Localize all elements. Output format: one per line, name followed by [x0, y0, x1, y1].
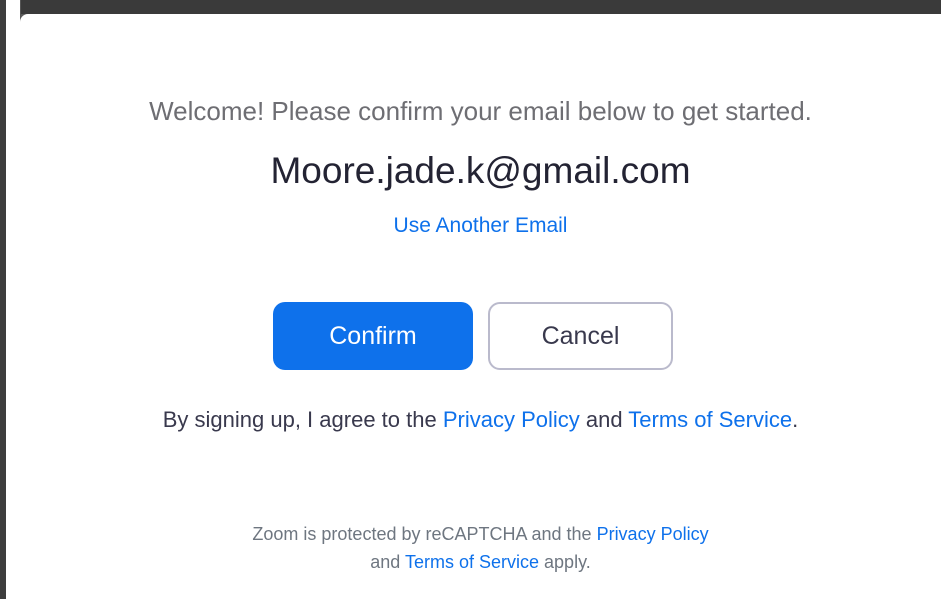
confirm-email-dialog: Welcome! Please confirm your email below…	[20, 14, 941, 599]
recaptcha-privacy-policy-link[interactable]: Privacy Policy	[597, 524, 709, 544]
recaptcha-line2-prefix: and	[370, 552, 405, 572]
confirm-button[interactable]: Confirm	[273, 302, 473, 370]
recaptcha-line-1: Zoom is protected by reCAPTCHA and the P…	[20, 520, 941, 548]
agreement-prefix: By signing up, I agree to the	[162, 407, 443, 432]
terms-of-service-link[interactable]: Terms of Service	[628, 407, 792, 432]
background-top-strip	[0, 0, 941, 14]
email-address: Moore.jade.k@gmail.com	[270, 150, 691, 191]
signup-agreement: By signing up, I agree to the Privacy Po…	[20, 407, 941, 433]
recaptcha-line1-prefix: Zoom is protected by reCAPTCHA and the	[252, 524, 597, 544]
agreement-and: and	[579, 407, 629, 432]
background-left-strip	[0, 0, 21, 599]
cancel-button[interactable]: Cancel	[488, 302, 673, 370]
recaptcha-notice: Zoom is protected by reCAPTCHA and the P…	[20, 520, 941, 576]
recaptcha-terms-of-service-link[interactable]: Terms of Service	[405, 552, 539, 572]
use-another-email-link[interactable]: Use Another Email	[20, 214, 941, 238]
background-edge	[0, 0, 6, 599]
privacy-policy-link[interactable]: Privacy Policy	[443, 407, 580, 432]
agreement-suffix: .	[792, 407, 799, 432]
recaptcha-line-2: and Terms of Service apply.	[20, 548, 941, 576]
welcome-message: Welcome! Please confirm your email below…	[149, 96, 812, 126]
recaptcha-line2-suffix: apply.	[539, 552, 591, 572]
